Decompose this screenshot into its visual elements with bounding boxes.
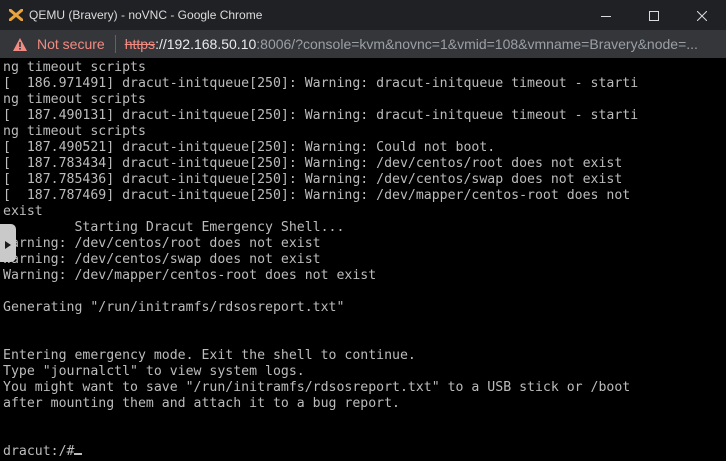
not-secure-label[interactable]: Not secure [37,36,105,52]
console-line: Generating "/run/initramfs/rdsosreport.t… [3,300,345,315]
vnc-console-screen[interactable]: ng timeout scripts[ 186.971491] dracut-i… [0,58,726,461]
console-line: Starting Dracut Emergency Shell... [3,220,345,235]
close-icon [696,6,708,25]
window-controls [582,0,726,30]
maximize-button[interactable] [630,0,678,30]
console-line: [ 186.971491] dracut-initqueue[250]: War… [3,76,639,91]
url-scheme: https [124,36,156,52]
console-line: Entering emergency mode. Exit the shell … [3,348,416,363]
minimize-icon [601,6,611,25]
console-line: ng timeout scripts [3,124,146,139]
url-host: ://192.168.50.10 [155,36,257,52]
console-line: ng timeout scripts [3,60,146,75]
console-line: [ 187.787469] dracut-initqueue[250]: War… [3,188,631,203]
console-line: after mounting them and attach it to a b… [3,396,400,411]
console-line: ng timeout scripts [3,92,146,107]
address-bar[interactable]: Not secure https://192.168.50.10:8006/?c… [0,30,726,58]
console-line: dracut:/# [3,444,638,460]
console-output: ng timeout scripts[ 186.971491] dracut-i… [3,60,638,460]
proxmox-logo-icon [8,7,24,23]
novnc-control-bar-handle[interactable] [0,224,16,262]
close-button[interactable] [678,0,726,30]
console-line: [ 187.490131] dracut-initqueue[250]: War… [3,108,639,123]
console-line: Warning: /dev/mapper/centos-root does no… [3,268,377,283]
text-cursor [74,453,83,455]
console-line: Warning: /dev/centos/root does not exist [3,236,321,251]
minimize-button[interactable] [582,0,630,30]
chevron-right-icon [5,234,11,253]
url-path: :8006/?console=kvm&novnc=1&vmid=108&vmna… [256,36,698,52]
warning-triangle-icon[interactable] [12,36,28,52]
url-text[interactable]: https://192.168.50.10:8006/?console=kvm&… [125,36,698,52]
maximize-icon [649,6,659,25]
console-line: Type "journalctl" to view system logs. [3,364,305,379]
console-line: [ 187.783434] dracut-initqueue[250]: War… [3,156,623,171]
title-bar[interactable]: QEMU (Bravery) - noVNC - Google Chrome [0,0,726,30]
console-line: [ 187.490521] dracut-initqueue[250]: War… [3,140,496,155]
address-divider [114,35,116,53]
console-line: Warning: /dev/centos/swap does not exist [3,252,321,267]
console-line: exist [3,204,43,219]
console-line: [ 187.785436] dracut-initqueue[250]: War… [3,172,623,187]
window-title: QEMU (Bravery) - noVNC - Google Chrome [29,8,263,22]
console-line: You might want to save "/run/initramfs/r… [3,380,631,395]
browser-window: QEMU (Bravery) - noVNC - Google Chrome N… [0,0,726,461]
